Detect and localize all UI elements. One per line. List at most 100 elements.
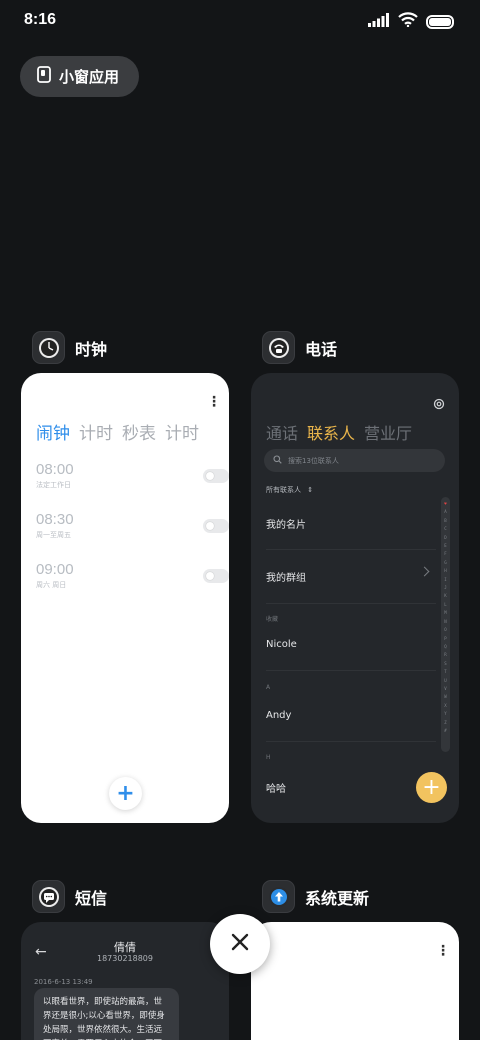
alarm-item[interactable]: 08:30 周一至周五: [36, 511, 229, 540]
my-card-item[interactable]: 我的名片: [266, 516, 306, 531]
alphabet-index-letter[interactable]: J: [444, 584, 446, 592]
contacts-filter[interactable]: 所有联系人 ⇕: [266, 485, 313, 495]
search-placeholder: 搜索13位联系人: [288, 456, 339, 465]
alphabet-index-letter[interactable]: N: [444, 618, 446, 626]
alphabet-index-letter[interactable]: Z: [444, 719, 446, 727]
phone-app-header[interactable]: 电话: [262, 331, 337, 364]
phone-app-icon: [262, 331, 295, 364]
tab-alarm[interactable]: 闹钟: [36, 419, 70, 444]
alarm-repeat: 周六 周日: [36, 581, 67, 589]
more-options-icon[interactable]: ⋮: [207, 395, 221, 409]
divider: [266, 549, 436, 550]
alarm-time: 08:30: [36, 511, 74, 528]
wifi-icon: [398, 12, 418, 31]
alphabet-index-letter[interactable]: Y: [444, 710, 446, 718]
alphabet-index-letter[interactable]: O: [444, 626, 446, 634]
battery-icon: [426, 14, 454, 29]
plus-icon: +: [116, 781, 135, 806]
update-app-header[interactable]: 系统更新: [262, 880, 369, 913]
clear-all-button[interactable]: [210, 914, 270, 974]
floating-window-icon: [37, 66, 51, 87]
alphabet-index-letter[interactable]: W: [444, 693, 446, 701]
sms-app-card[interactable]: ← 倩倩 18730218809 2016-6-13 13:49 以眼看世界，即…: [21, 922, 229, 1040]
alphabet-index-letter[interactable]: H: [444, 567, 446, 575]
clock-tabs: 闹钟 计时 秒表 计时: [36, 419, 199, 444]
alphabet-index-letter[interactable]: I: [444, 576, 446, 584]
alphabet-index-letter[interactable]: B: [444, 517, 446, 525]
contact-item[interactable]: 哈哈: [266, 780, 286, 795]
alarm-time: 08:00: [36, 461, 74, 478]
phone-tabs: 通话 联系人 营业厅: [266, 420, 412, 444]
alphabet-index-letter[interactable]: M: [444, 609, 446, 617]
alphabet-index-letter[interactable]: T: [444, 668, 446, 676]
alphabet-index-letter[interactable]: C: [444, 525, 446, 533]
settings-gear-icon[interactable]: [433, 395, 445, 414]
clock-app-card[interactable]: ⋮ 闹钟 计时 秒表 计时 08:00 法定工作日 08:30 周一至周五 09…: [21, 373, 229, 823]
alphabet-index-letter[interactable]: G: [444, 559, 446, 567]
alarm-repeat: 法定工作日: [36, 481, 71, 489]
status-bar: 8:16: [0, 0, 480, 42]
messages-app-icon: [32, 880, 65, 913]
alarm-item[interactable]: 08:00 法定工作日: [36, 461, 229, 490]
search-icon: [273, 455, 282, 466]
conversation-contact-number: 18730218809: [97, 954, 153, 963]
contacts-search-input[interactable]: 搜索13位联系人: [264, 449, 445, 472]
signal-icon: [368, 12, 390, 31]
alphabet-index-letter[interactable]: S: [444, 660, 446, 668]
sort-arrows-icon: ⇕: [307, 486, 314, 494]
alphabet-index-letter[interactable]: L: [444, 601, 446, 609]
contact-item[interactable]: Andy: [266, 710, 291, 721]
chevron-right-icon: [419, 566, 430, 577]
alphabet-index-letter[interactable]: V: [444, 685, 446, 693]
add-alarm-button[interactable]: +: [109, 777, 142, 810]
alphabet-index-letter[interactable]: U: [444, 677, 446, 685]
alphabet-index-letter[interactable]: ♥: [444, 500, 446, 508]
sms-app-name: 短信: [75, 888, 108, 908]
conversation-contact-name: 倩倩: [114, 941, 136, 954]
update-app-card[interactable]: ⋮: [251, 922, 459, 1040]
section-header: 收藏: [266, 616, 279, 623]
tab-timer[interactable]: 计时: [165, 419, 199, 444]
sms-app-header[interactable]: 短信: [32, 880, 107, 913]
alarm-toggle[interactable]: [203, 519, 229, 533]
alphabet-index-letter[interactable]: R: [444, 651, 446, 659]
plus-icon: +: [422, 775, 441, 800]
clock-app-header[interactable]: 时钟: [32, 331, 107, 364]
alphabet-index-letter[interactable]: F: [444, 550, 446, 558]
alarm-time: 09:00: [36, 561, 74, 578]
tab-calls[interactable]: 通话: [266, 420, 298, 444]
tab-world-clock[interactable]: 计时: [79, 419, 113, 444]
alarm-item[interactable]: 09:00 周六 周日: [36, 561, 229, 590]
tab-service-hall[interactable]: 营业厅: [364, 420, 412, 444]
contact-item[interactable]: Nicole: [266, 639, 297, 650]
tab-contacts[interactable]: 联系人: [307, 420, 355, 444]
alphabet-index-letter[interactable]: D: [444, 534, 446, 542]
alarm-repeat: 周一至周五: [36, 531, 71, 539]
alphabet-index-letter[interactable]: A: [444, 508, 446, 516]
phone-app-name: 电话: [305, 339, 338, 359]
alphabet-index-letter[interactable]: Q: [444, 643, 446, 651]
tab-stopwatch[interactable]: 秒表: [122, 419, 156, 444]
section-header: A: [266, 684, 271, 691]
message-bubble[interactable]: 以眼看世界，即使站的最高，世界还是很小;以心看世界，即使身处局限，世界依然很大。…: [34, 988, 179, 1040]
alphabet-index-bar[interactable]: ♥ A B C D E F G H I J K L M N O P Q R S T U V W X Y Z #: [441, 497, 450, 752]
clock-app-name: 时钟: [75, 339, 108, 359]
alarm-toggle[interactable]: [203, 569, 229, 583]
alarm-toggle[interactable]: [203, 469, 229, 483]
alphabet-index-letter[interactable]: K: [444, 592, 446, 600]
more-options-icon[interactable]: ⋮: [436, 944, 450, 958]
section-header: H: [266, 754, 271, 761]
my-groups-item[interactable]: 我的群组: [266, 569, 306, 584]
alphabet-index-letter[interactable]: #: [444, 727, 446, 735]
clock-app-icon: [32, 331, 65, 364]
alphabet-index-letter[interactable]: X: [444, 702, 446, 710]
update-app-name: 系统更新: [305, 888, 370, 908]
add-contact-button[interactable]: +: [416, 772, 447, 803]
alphabet-index-letter[interactable]: E: [444, 542, 446, 550]
divider: [266, 741, 436, 742]
alphabet-index-letter[interactable]: P: [444, 635, 446, 643]
phone-app-card[interactable]: 通话 联系人 营业厅 搜索13位联系人 所有联系人 ⇕ 我的名片 我的群组 收藏…: [251, 373, 459, 823]
floating-window-button[interactable]: 小窗应用: [20, 56, 139, 97]
status-time: 8:16: [24, 11, 57, 28]
divider: [266, 670, 436, 671]
